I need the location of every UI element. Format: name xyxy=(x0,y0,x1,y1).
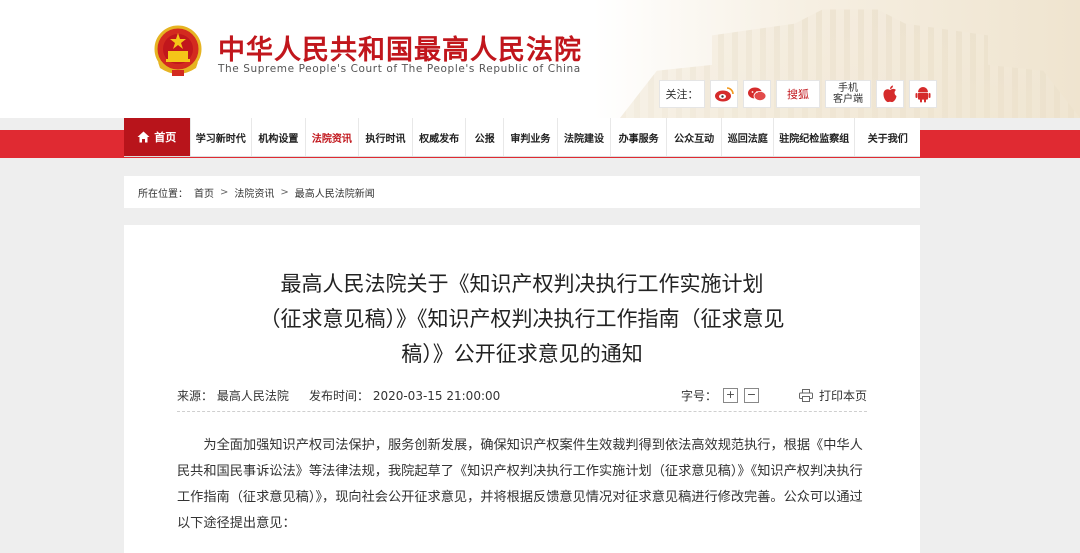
weibo-icon[interactable] xyxy=(710,80,738,108)
nav-item-court-news[interactable]: 法院资讯 xyxy=(304,118,359,156)
nav-item-circuit-courts[interactable]: 巡回法庭 xyxy=(721,118,773,156)
nav-item-public-interaction[interactable]: 公众互动 xyxy=(665,118,722,156)
apple-icon[interactable] xyxy=(876,80,904,108)
nav-item-gazette[interactable]: 公报 xyxy=(465,118,503,156)
follow-label: 关注： xyxy=(659,80,705,108)
site-title-cn[interactable]: 中华人民共和国最高人民法院 xyxy=(218,28,582,67)
article-body-paragraph: 为全面加强知识产权司法保护，服务创新发展，确保知识产权案件生效裁判得到依法高效规… xyxy=(177,438,863,531)
national-emblem-icon xyxy=(154,25,202,76)
android-icon[interactable] xyxy=(909,80,937,108)
wechat-icon[interactable] xyxy=(743,80,771,108)
article-title-line: 稿）》公开征求意见的通知 xyxy=(401,342,643,366)
font-size-label: 字号： xyxy=(681,389,718,403)
breadcrumb-prefix: 所在位置： xyxy=(138,188,188,200)
article-source: 来源： 最高人民法院 xyxy=(177,389,289,403)
site-header: 中华人民共和国最高人民法院 The Supreme People's Court… xyxy=(0,0,1080,118)
breadcrumb-court-news[interactable]: 法院资讯 xyxy=(234,185,274,200)
breadcrumb-spc-news[interactable]: 最高人民法院新闻 xyxy=(295,185,375,200)
breadcrumb: 所在位置： 首页 > 法院资讯 > 最高人民法院新闻 xyxy=(124,176,920,208)
site-title-en: The Supreme People's Court of The People… xyxy=(218,63,581,75)
nav-item-services[interactable]: 办事服务 xyxy=(610,118,666,156)
nav-item-court-construction[interactable]: 法院建设 xyxy=(556,118,611,156)
nav-item-about-us[interactable]: 关于我们 xyxy=(854,118,920,156)
article-title-line: （征求意见稿）》《知识产权判决执行工作指南（征求意见 xyxy=(259,307,785,331)
printer-icon xyxy=(798,389,813,402)
print-label: 打印本页 xyxy=(818,389,867,403)
nav-item-discipline-group[interactable]: 驻院纪检监察组 xyxy=(773,118,854,156)
font-increase-button[interactable]: + xyxy=(723,388,739,403)
font-decrease-button[interactable]: − xyxy=(744,388,760,403)
breadcrumb-home[interactable]: 首页 xyxy=(194,185,214,200)
article-meta: 来源： 最高人民法院 发布时间： 2020-03-15 21:00:00 字号：… xyxy=(177,386,867,406)
article-publish-time: 发布时间： 2020-03-15 21:00:00 xyxy=(309,389,501,403)
nav-item-trial-business[interactable]: 审判业务 xyxy=(503,118,557,156)
nav-home-label: 首页 xyxy=(154,131,177,144)
nav-item-organization[interactable]: 机构设置 xyxy=(251,118,305,156)
font-size-controls: 字号： + − xyxy=(681,387,760,404)
sougou-button[interactable]: 搜狐 xyxy=(776,80,820,108)
breadcrumb-separator-icon: > xyxy=(220,186,229,198)
mobile-label-line2: 客户端 xyxy=(833,94,863,105)
nav-item-releases[interactable]: 权威发布 xyxy=(411,118,466,156)
meta-divider xyxy=(177,411,867,412)
main-nav: 首页 学习新时代 机构设置 法院资讯 执行时讯 权威发布 公报 审判业务 法院建… xyxy=(124,118,920,156)
home-icon xyxy=(137,131,150,143)
print-button[interactable]: 打印本页 xyxy=(798,387,867,404)
article-title: 最高人民法院关于《知识产权判决执行工作实施计划 （征求意见稿）》《知识产权判决执… xyxy=(124,267,920,372)
nav-home[interactable]: 首页 xyxy=(124,118,190,156)
breadcrumb-separator-icon: > xyxy=(280,186,289,198)
nav-item-study[interactable]: 学习新时代 xyxy=(189,118,252,156)
mobile-client-button[interactable]: 手机 客户端 xyxy=(825,80,871,108)
mobile-label-line1: 手机 xyxy=(838,83,858,94)
nav-item-enforcement-news[interactable]: 执行时讯 xyxy=(358,118,412,156)
social-tools: 关注： 搜狐 手机 客户端 xyxy=(659,80,937,108)
article-title-line: 最高人民法院关于《知识产权判决执行工作实施计划 xyxy=(280,272,764,296)
